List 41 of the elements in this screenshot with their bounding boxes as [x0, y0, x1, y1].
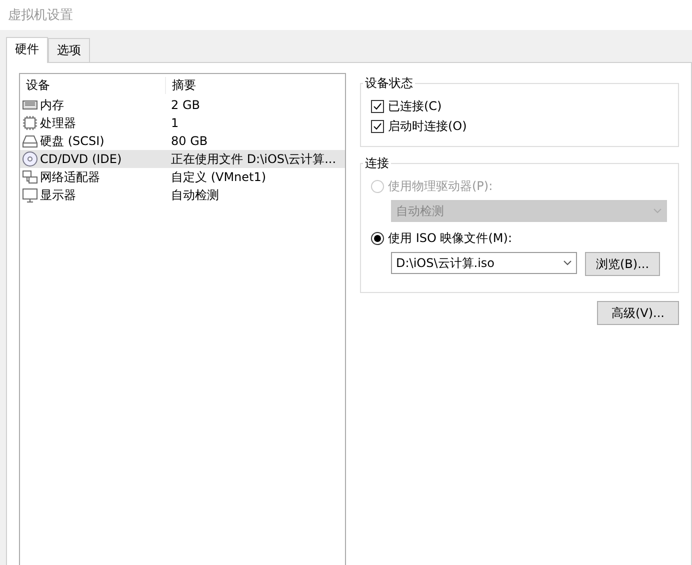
device-row[interactable]: 显示器 自动检测 — [20, 186, 345, 204]
checkbox-label: 已连接(C) — [388, 98, 442, 114]
device-row[interactable]: 内存 2 GB — [20, 96, 345, 114]
tab[interactable]: 硬件 — [6, 37, 48, 63]
network-icon — [22, 169, 38, 185]
device-summary: 自动检测 — [170, 186, 220, 204]
column-header: 设备 — [25, 76, 51, 94]
group-title: 设备状态 — [364, 75, 414, 92]
device-name: 处理器 — [40, 114, 76, 132]
device-name: 网络适配器 — [40, 168, 100, 186]
chevron-down-icon — [563, 260, 572, 266]
disc-icon — [22, 151, 38, 167]
device-name: CD/DVD (IDE) — [40, 152, 122, 166]
browse-button[interactable]: 浏览(B)... — [585, 252, 660, 276]
chip-icon — [22, 115, 38, 131]
device-row[interactable]: 硬盘 (SCSI) 80 GB — [20, 132, 345, 150]
column-header: 摘要 — [165, 76, 345, 94]
monitor-icon — [22, 187, 38, 203]
advanced-button[interactable]: 高级(V)... — [597, 301, 679, 325]
device-name: 显示器 — [40, 186, 76, 204]
device-name: 硬盘 (SCSI) — [40, 132, 104, 150]
dropdown[interactable]: D:\iOS\云计算.iso — [391, 252, 577, 274]
device-summary: 80 GB — [170, 134, 209, 148]
device-row[interactable]: CD/DVD (IDE) 正在使用文件 D:\iOS\云计算... — [20, 150, 345, 168]
window-title: 虚拟机设置 — [0, 0, 692, 30]
device-row[interactable]: 网络适配器 自定义 (VMnet1) — [20, 168, 345, 186]
device-row[interactable]: 处理器 1 — [20, 114, 345, 132]
device-name: 内存 — [40, 96, 64, 114]
device-summary: 1 — [170, 116, 180, 130]
chevron-down-icon — [653, 208, 662, 214]
group-title: 连接 — [364, 155, 390, 172]
device-summary: 正在使用文件 D:\iOS\云计算... — [170, 150, 338, 168]
radio-label: 使用物理驱动器(P): — [388, 178, 493, 194]
radio-label: 使用 ISO 映像文件(M): — [388, 230, 512, 246]
checkbox[interactable] — [371, 100, 384, 112]
device-summary: 2 GB — [170, 98, 201, 112]
checkbox-label: 启动时连接(O) — [388, 118, 467, 134]
device-summary: 自定义 (VMnet1) — [170, 168, 268, 186]
checkbox[interactable] — [371, 120, 384, 132]
radio-button[interactable] — [371, 232, 384, 244]
tab[interactable]: 选项 — [48, 38, 90, 62]
